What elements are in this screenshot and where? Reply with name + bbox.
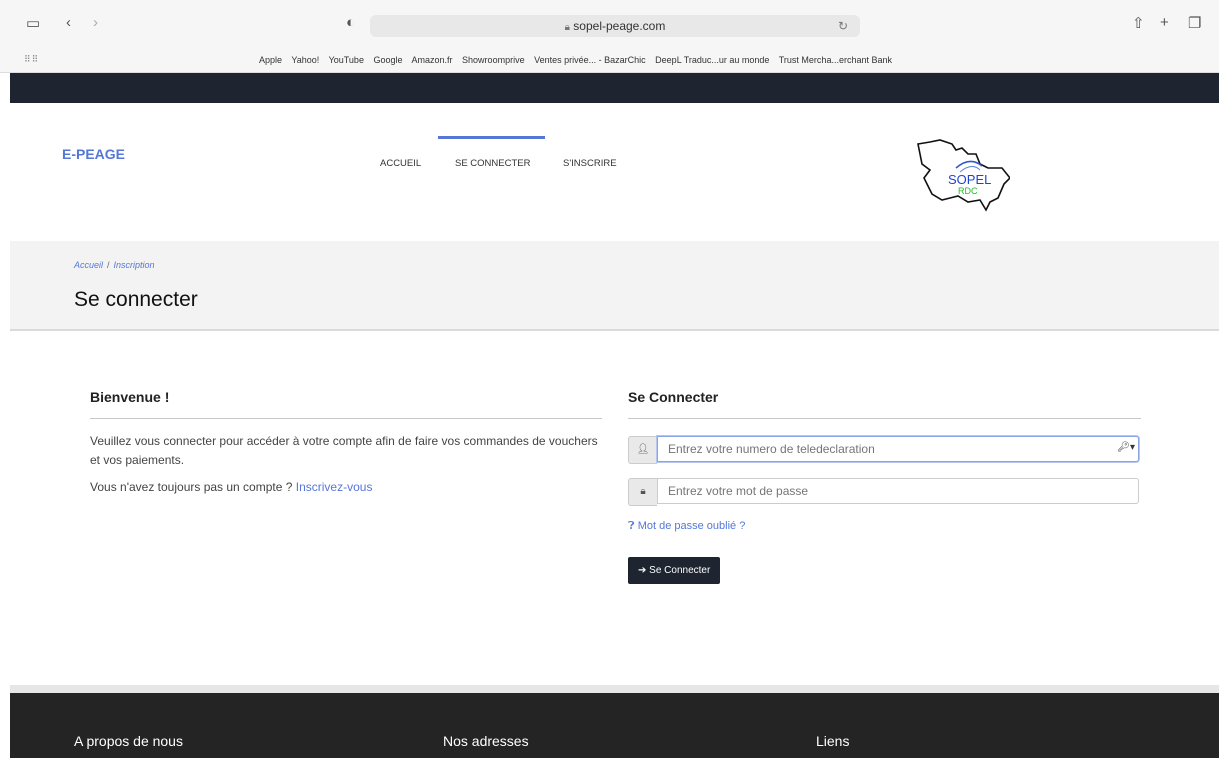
back-icon[interactable]: ‹ (66, 14, 71, 31)
password-input[interactable] (657, 478, 1139, 504)
password-field: 🔒︎ (628, 478, 1141, 506)
sopel-logo[interactable]: SOPEL RDC (910, 138, 1010, 220)
login-heading: Se Connecter (628, 389, 719, 405)
bookmark-item[interactable]: Apple (259, 55, 282, 65)
welcome-text: Veuillez vous connecter pour accéder à v… (90, 434, 598, 467)
tabs-overview-icon[interactable]: ❐ (1188, 14, 1201, 32)
nav-accueil[interactable]: ACCUEIL (380, 158, 421, 169)
teledeclaration-field: 👤︎ 🔑︎▾ (628, 436, 1141, 464)
bookmarks-bar: ⠿⠿ Apple Yahoo! YouTube Google Amazon.fr… (0, 48, 1219, 73)
url-text: sopel-peage.com (573, 19, 666, 33)
brand-logo-text[interactable]: E-PEAGE (62, 146, 125, 162)
login-button-label: Se Connecter (649, 565, 711, 576)
user-icon: 👤︎ (628, 436, 657, 464)
nav-sinscrire[interactable]: S'INSCRIRE (563, 158, 617, 169)
signup-link[interactable]: Inscrivez-vous (296, 480, 373, 494)
no-account-text: Vous n'avez toujours pas un compte ? (90, 480, 293, 494)
new-tab-icon[interactable]: + (1160, 14, 1169, 31)
bookmark-item[interactable]: Trust Mercha...erchant Bank (779, 55, 892, 65)
welcome-heading: Bienvenue ! (90, 389, 170, 405)
lock-icon: 🔒︎ (564, 22, 570, 33)
question-circle-icon: ❓︎ (628, 520, 635, 532)
logo-subtext: RDC (958, 186, 978, 196)
footer-addresses-heading: Nos adresses (443, 733, 529, 749)
address-bar[interactable]: 🔒︎ sopel-peage.com ↻ (370, 15, 860, 37)
bookmark-item[interactable]: Google (373, 55, 402, 65)
password-autofill-key-icon[interactable]: 🔑︎▾ (1117, 442, 1135, 453)
share-icon[interactable]: ⇧ (1132, 14, 1145, 32)
divider (90, 418, 602, 419)
breadcrumb: Accueil / Inscription (74, 260, 155, 270)
bookmark-item[interactable]: YouTube (329, 55, 364, 65)
login-button[interactable]: ➔ Se Connecter (628, 557, 721, 584)
nav-se-connecter[interactable]: SE CONNECTER (455, 158, 530, 169)
sidebar-toggle-icon[interactable]: ▭ (26, 14, 40, 32)
page-title: Se connecter (74, 288, 198, 311)
breadcrumb-home[interactable]: Accueil (74, 260, 103, 270)
breadcrumb-current[interactable]: Inscription (114, 260, 155, 270)
signup-prompt: Vous n'avez toujours pas un compte ? Ins… (90, 478, 602, 497)
reload-icon[interactable]: ↻ (838, 15, 848, 37)
page-header-band: Accueil / Inscription Se connecter (10, 241, 1219, 331)
logo-text: SOPEL (948, 172, 991, 187)
web-page: E-PEAGE ACCUEIL SE CONNECTER S'INSCRIRE … (10, 73, 1219, 758)
bookmark-item[interactable]: Showroomprive (462, 55, 525, 65)
footer-about-heading: A propos de nous (74, 733, 183, 749)
lock-icon: 🔒︎ (628, 478, 657, 506)
welcome-panel: Bienvenue ! Veuillez vous connecter pour… (90, 389, 602, 497)
forward-icon[interactable]: › (93, 14, 98, 31)
forgot-password-label: Mot de passe oublié ? (637, 520, 746, 532)
bookmark-item[interactable]: Yahoo! (291, 55, 319, 65)
teledeclaration-input[interactable] (657, 436, 1139, 462)
breadcrumb-separator: / (107, 260, 110, 270)
login-panel: Se Connecter 👤︎ 🔑︎▾ 🔒︎ ❓︎ Mot de passe o… (628, 389, 1141, 584)
top-bar (10, 73, 1219, 103)
footer-separator (10, 685, 1219, 693)
forgot-password-link[interactable]: ❓︎ Mot de passe oublié ? (628, 520, 1141, 533)
footer-links-heading: Liens (816, 733, 850, 749)
bookmark-item[interactable]: DeepL Traduc...ur au monde (655, 55, 769, 65)
nav-active-indicator (438, 136, 545, 139)
browser-toolbar: ▭ ‹ › ◐ 🔒︎ sopel-peage.com ↻ ⇧ + ❐ (0, 0, 1219, 48)
apps-grid-icon[interactable]: ⠿⠿ (24, 54, 39, 65)
footer: A propos de nous Nos adresses Liens (10, 693, 1219, 758)
bookmark-item[interactable]: Ventes privée... - BazarChic (534, 55, 646, 65)
divider (628, 418, 1141, 419)
arrow-right-icon: ➔ (638, 565, 647, 576)
bookmark-item[interactable]: Amazon.fr (412, 55, 453, 65)
privacy-shield-icon[interactable]: ◐ (346, 14, 355, 31)
